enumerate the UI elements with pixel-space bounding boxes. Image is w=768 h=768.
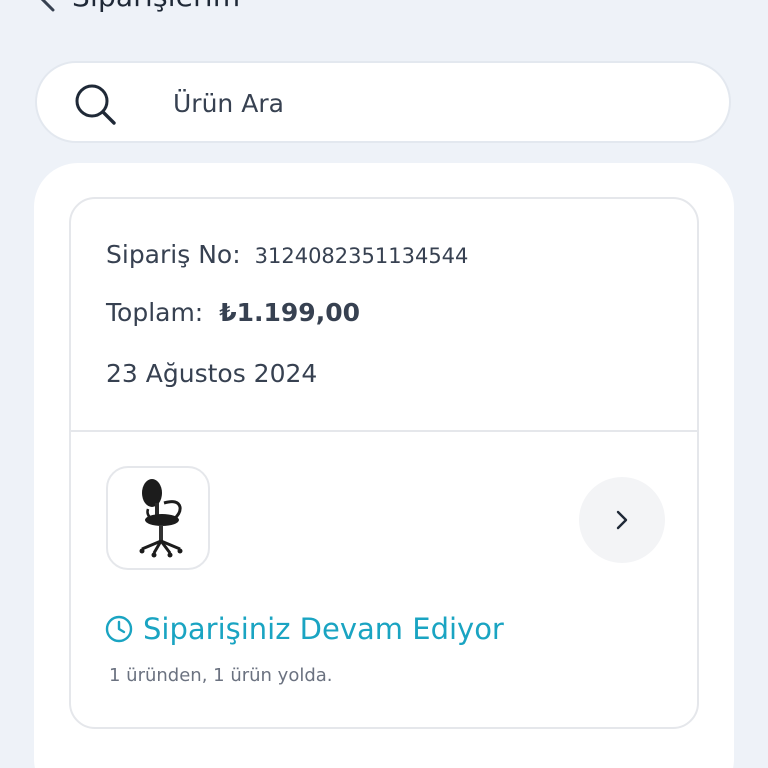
- order-number: 3124082351134544: [254, 244, 469, 268]
- order-date-row: 23 Ağustos 2024: [106, 359, 317, 388]
- order-status: Siparişiniz Devam Ediyor: [105, 612, 504, 646]
- page-title: Siparişlerim: [72, 0, 240, 13]
- chevron-right-icon: [616, 510, 628, 530]
- order-status-detail: 1 üründen, 1 ürün yolda.: [109, 665, 333, 686]
- search-icon: [75, 84, 116, 125]
- chevron-left-icon: [40, 0, 55, 12]
- order-number-label: Sipariş No:: [106, 240, 241, 269]
- product-thumbnail[interactable]: [106, 466, 210, 570]
- order-number-row: Sipariş No: 3124082351134544: [106, 240, 468, 269]
- back-button[interactable]: [28, 0, 62, 18]
- order-total-label: Toplam:: [106, 298, 204, 327]
- order-date: 23 Ağustos 2024: [106, 359, 318, 388]
- order-total: ₺1.199,00: [219, 298, 360, 327]
- header: Siparişlerim: [0, 0, 768, 18]
- search-bar[interactable]: [35, 61, 731, 143]
- orders-screen: Siparişlerim Sipariş No: 312408235113454…: [0, 0, 768, 768]
- office-chair-icon: [139, 479, 183, 558]
- order-status-text: Siparişiniz Devam Ediyor: [143, 612, 504, 646]
- order-total-row: Toplam: ₺1.199,00: [106, 298, 360, 327]
- divider: [71, 430, 697, 432]
- order-card[interactable]: Sipariş No: 3124082351134544 Toplam: ₺1.…: [69, 197, 699, 729]
- order-detail-button[interactable]: [579, 477, 665, 563]
- search-input[interactable]: [173, 81, 693, 125]
- clock-icon: [105, 615, 133, 643]
